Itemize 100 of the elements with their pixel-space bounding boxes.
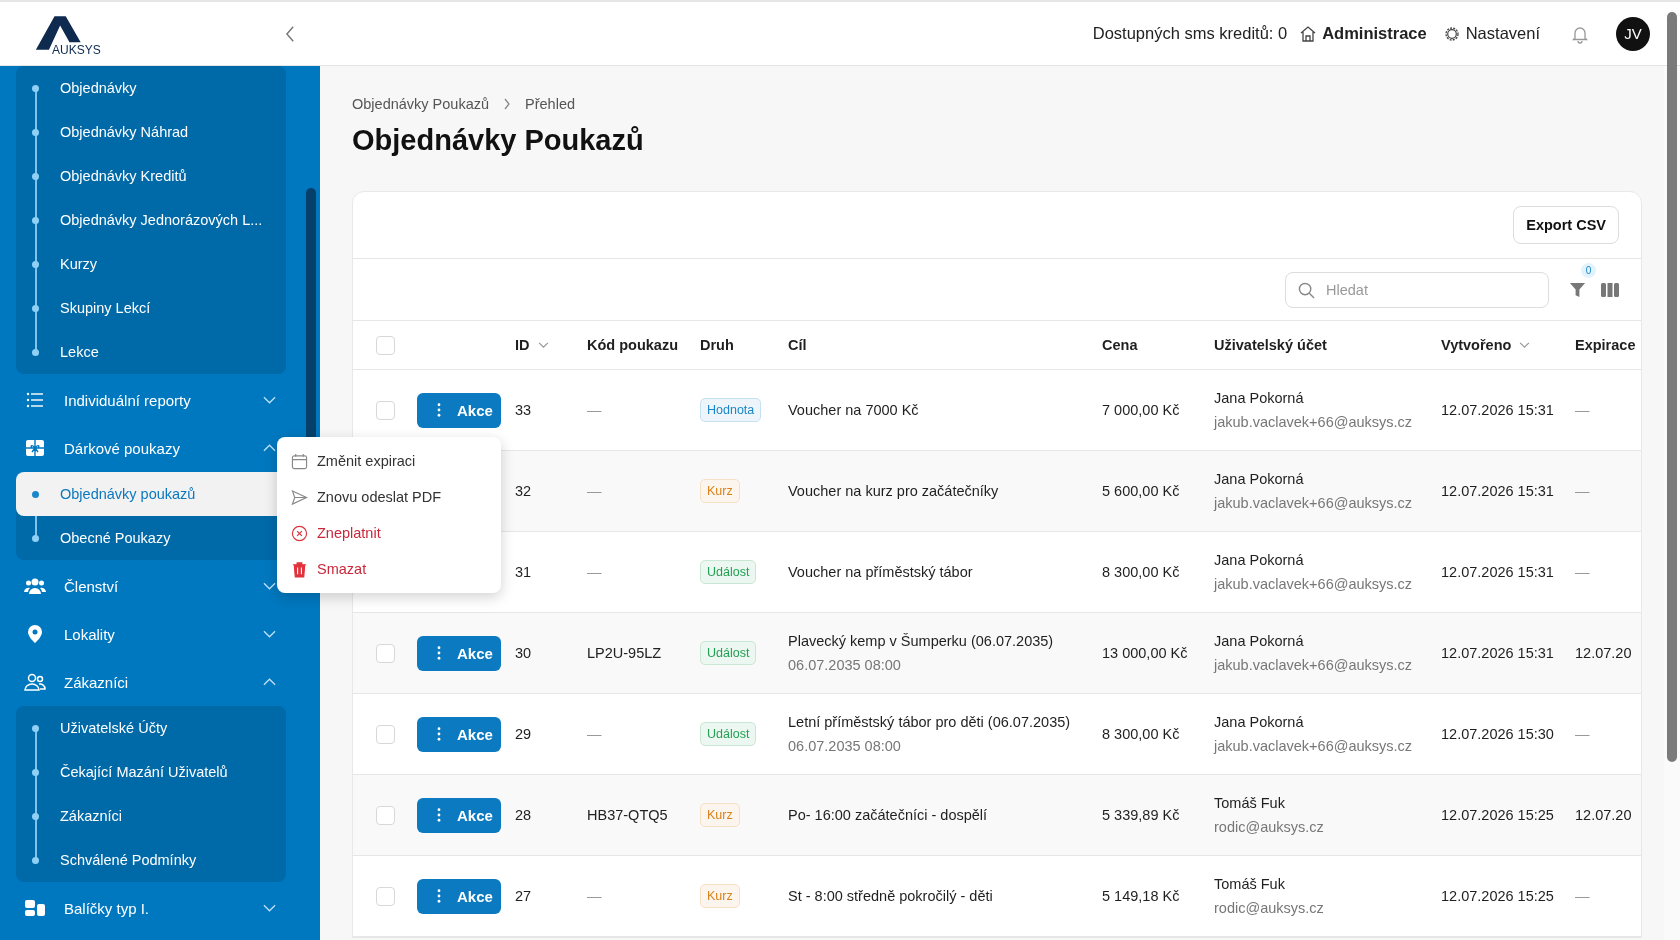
table-cell: 33	[515, 402, 532, 418]
gift-icon	[24, 438, 46, 458]
select-all-checkbox[interactable]	[375, 335, 395, 355]
table-cell: 28	[515, 807, 532, 823]
submenu-item[interactable]: Kurzy	[16, 242, 286, 286]
submenu-item[interactable]: Objednávky Náhrad	[16, 110, 286, 154]
actions-button[interactable]: Akce	[417, 797, 501, 833]
sms-credits-text: Dostupných sms kreditů: 0	[1092, 24, 1288, 43]
sidebar-group-item[interactable]: Lokality	[16, 610, 286, 658]
type-tag: Událost	[700, 722, 757, 746]
users-icon	[24, 672, 46, 692]
column-header: Kód poukazu	[587, 337, 679, 353]
kebab-icon	[437, 808, 441, 822]
sidebar-group-item[interactable]: Zákazníci	[16, 658, 286, 706]
column-header: Druh	[700, 337, 734, 353]
group-icon	[24, 576, 46, 596]
submenu-item[interactable]: Zákazníci	[16, 794, 286, 838]
kebab-icon	[437, 889, 441, 903]
breadcrumb-separator-icon	[503, 98, 512, 110]
user-avatar[interactable]: JV	[1616, 16, 1650, 51]
user-name: Jana Pokorná	[1214, 390, 1305, 406]
kebab-icon	[437, 403, 441, 417]
table-cell-text: Voucher na příměstský tábor	[788, 564, 974, 580]
header-link[interactable]: Administrace	[1299, 24, 1427, 43]
filter-count-badge: 0	[1581, 262, 1596, 278]
scrollbar-thumb[interactable]	[1667, 12, 1677, 762]
table-cell-text: St - 8:00 středně pokročilý - děti	[788, 888, 994, 904]
user-email: jakub.vaclavek+66@auksys.cz	[1214, 576, 1414, 592]
table-cell: 8 300,00 Kč	[1102, 726, 1180, 742]
table-cell: —	[1575, 564, 1590, 580]
chevron-up-icon	[263, 678, 276, 686]
submenu-item[interactable]: Skupiny Lekcí	[16, 286, 286, 330]
submenu-item[interactable]: Čekající Mazání Uživatelů	[16, 750, 286, 794]
table-cell: 32	[515, 483, 532, 499]
table-cell: HB37-QTQ5	[587, 807, 668, 823]
chevron-down-icon	[263, 904, 276, 912]
submenu-item[interactable]: Objednávky	[16, 66, 286, 110]
submenu-item[interactable]: Objednávky Kreditů	[16, 154, 286, 198]
blocks-icon	[24, 898, 46, 918]
table-cell: LP2U-95LZ	[587, 645, 662, 661]
calendar-icon	[291, 452, 308, 470]
row-checkbox[interactable]	[375, 643, 395, 663]
row-checkbox[interactable]	[375, 805, 395, 825]
table-cell: 12.07.20	[1575, 807, 1632, 823]
logo-text: AUKSYS	[52, 43, 101, 56]
table-cell: —	[587, 726, 602, 742]
actions-button[interactable]: Akce	[417, 716, 501, 752]
row-checkbox[interactable]	[375, 724, 395, 744]
sidebar-group-item[interactable]: Individuální reporty	[16, 376, 286, 424]
column-header[interactable]: ID	[515, 337, 530, 353]
table-cell: 27	[515, 888, 532, 904]
auksys-logo[interactable]: AUKSYS	[34, 11, 104, 56]
export-csv-button[interactable]: Export CSV	[1513, 206, 1619, 244]
user-email: jakub.vaclavek+66@auksys.cz	[1214, 738, 1414, 754]
table-cell: 12.07.2026 15:31	[1441, 402, 1554, 418]
type-tag: Kurz	[700, 803, 740, 827]
trash-icon	[291, 560, 308, 578]
table-cell: 12.07.2026 15:31	[1441, 483, 1554, 499]
type-tag: Hodnota	[700, 398, 762, 422]
table-cell: 5 600,00 Kč	[1102, 483, 1180, 499]
filter-icon[interactable]	[1569, 280, 1586, 298]
search-field[interactable]: Hledat	[1285, 271, 1549, 308]
table-cell: 12.07.2026 15:31	[1441, 564, 1554, 580]
sort-chevron-icon[interactable]	[537, 341, 549, 349]
kebab-icon	[437, 646, 441, 660]
collapse-sidebar-icon[interactable]	[285, 24, 296, 43]
row-checkbox[interactable]	[375, 886, 395, 906]
home-icon	[1299, 24, 1318, 43]
table-cell: —	[1575, 888, 1590, 904]
submenu-item[interactable]: Uživatelské Účty	[16, 706, 286, 750]
breadcrumb-link[interactable]: Objednávky Poukazů	[352, 96, 490, 112]
submenu-item[interactable]: Lekce	[16, 330, 286, 374]
row-checkbox[interactable]	[375, 400, 395, 420]
user-email: jakub.vaclavek+66@auksys.cz	[1214, 495, 1414, 511]
submenu-item[interactable]: Objednávky Jednorázových L...	[16, 198, 286, 242]
column-header: Uživatelský účet	[1214, 337, 1327, 353]
breadcrumb-link[interactable]: Přehled	[525, 96, 575, 112]
user-email: rodic@auksys.cz	[1214, 900, 1325, 916]
type-tag: Kurz	[700, 884, 740, 908]
submenu-item[interactable]: Schválené Podmínky	[16, 838, 286, 882]
user-name: Tomáš Fuk	[1214, 876, 1286, 892]
columns-icon[interactable]	[1601, 281, 1619, 298]
table-cell: —	[1575, 483, 1590, 499]
table-cell-text: Voucher na 7000 Kč	[788, 402, 920, 418]
chevron-down-icon	[263, 582, 276, 590]
type-tag: Kurz	[700, 479, 740, 503]
actions-button[interactable]: Akce	[417, 392, 501, 428]
table-cell-text: Letní příměstský tábor pro děti (06.07.2035)	[788, 714, 1072, 730]
sidebar-group-item[interactable]: Balíčky typ I.	[16, 884, 286, 932]
sort-chevron-icon[interactable]	[1519, 341, 1531, 349]
actions-button[interactable]: Akce	[417, 635, 501, 671]
actions-button[interactable]: Akce	[417, 878, 501, 914]
table-cell-text: 06.07.2035 08:00	[788, 657, 902, 673]
user-name: Jana Pokorná	[1214, 714, 1305, 730]
header-link[interactable]: Nastavení	[1442, 24, 1540, 43]
search-icon	[1298, 281, 1315, 299]
table-cell: —	[1575, 402, 1590, 418]
column-header[interactable]: Vytvořeno	[1441, 337, 1512, 353]
table-cell: 5 149,18 Kč	[1102, 888, 1180, 904]
table-cell: 30	[515, 645, 532, 661]
